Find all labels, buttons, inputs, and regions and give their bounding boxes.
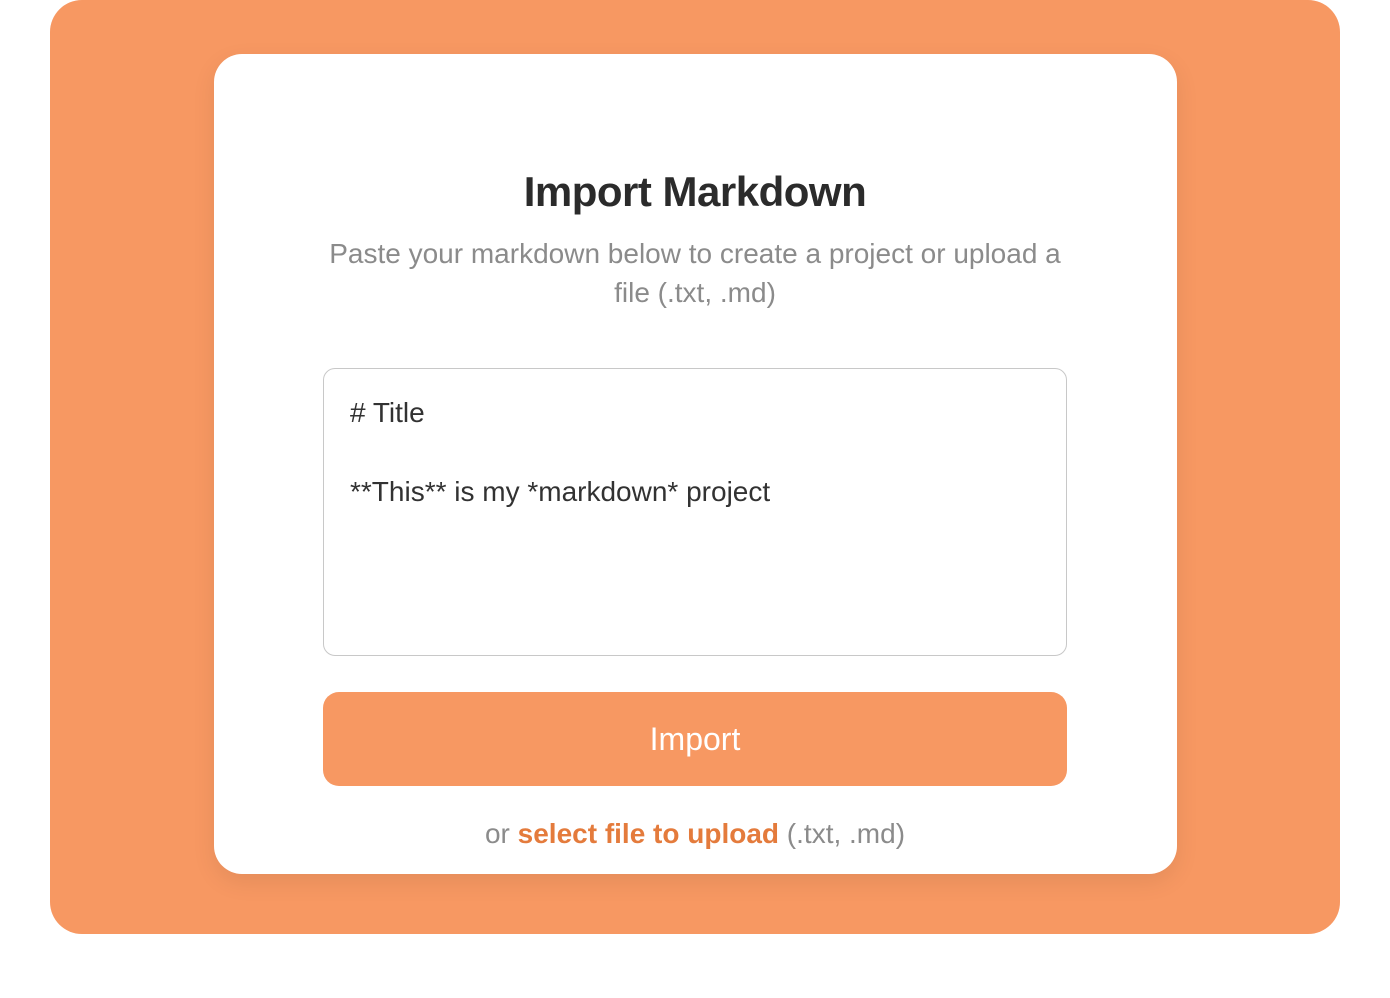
- markdown-input[interactable]: [323, 368, 1067, 656]
- import-button[interactable]: Import: [323, 692, 1067, 786]
- upload-prefix: or: [485, 818, 518, 849]
- modal-subtitle: Paste your markdown below to create a pr…: [315, 234, 1075, 312]
- upload-file-line: or select file to upload (.txt, .md): [485, 818, 905, 850]
- upload-file-hint: (.txt, .md): [779, 818, 905, 849]
- modal-title: Import Markdown: [524, 168, 867, 216]
- select-file-link[interactable]: select file to upload: [518, 818, 779, 849]
- import-markdown-modal: Import Markdown Paste your markdown belo…: [214, 54, 1177, 874]
- page-background: Import Markdown Paste your markdown belo…: [50, 0, 1340, 934]
